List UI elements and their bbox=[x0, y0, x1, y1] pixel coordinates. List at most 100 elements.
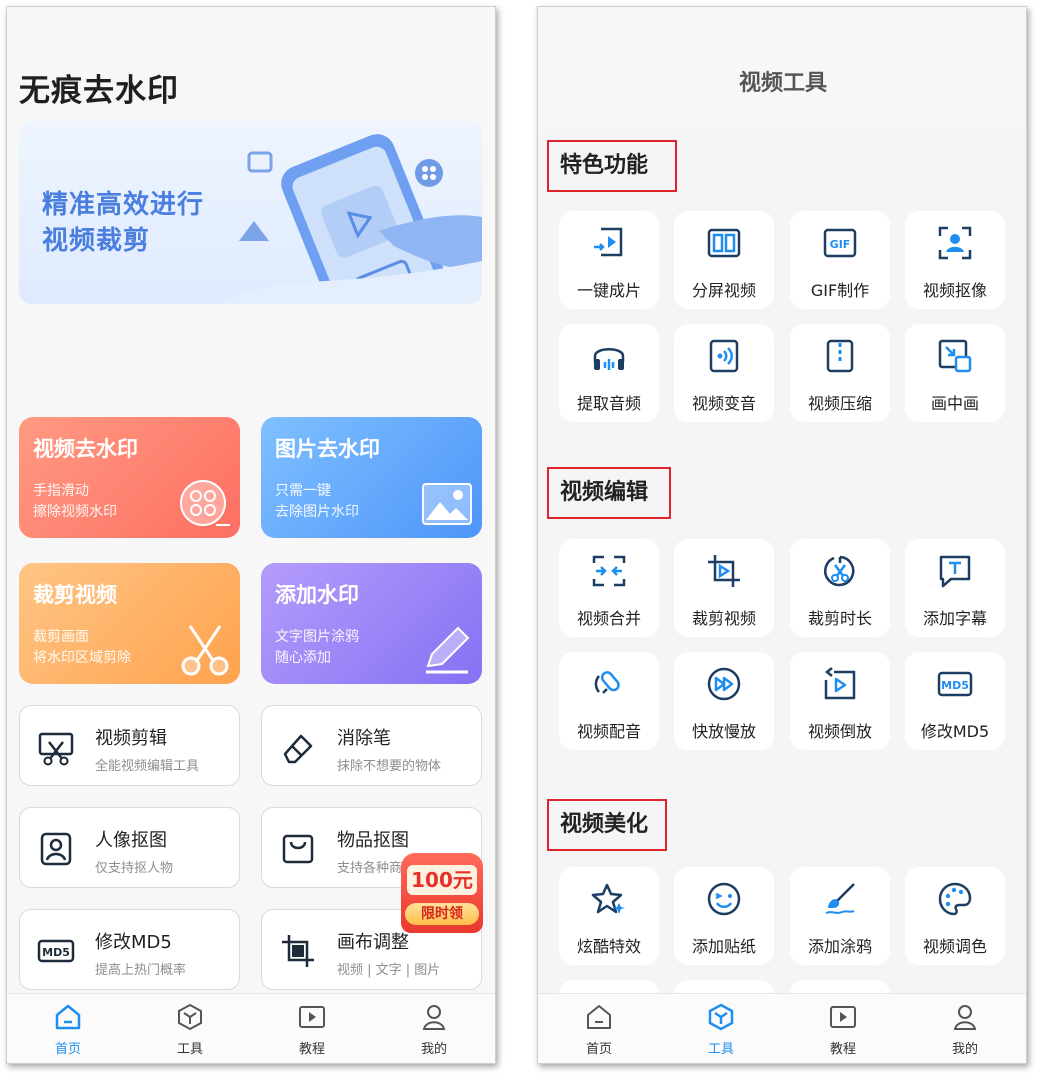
svg-text:MD5: MD5 bbox=[941, 679, 969, 692]
tool-title: 消除笔 bbox=[337, 728, 391, 749]
tab-tutorial[interactable]: 教程 bbox=[782, 994, 904, 1063]
coupon-claim-button[interactable]: 限时领 bbox=[405, 903, 479, 925]
timer-scissors-icon bbox=[824, 555, 855, 587]
tool-merge[interactable]: 视频合并 bbox=[559, 539, 659, 637]
tool-label: 视频配音 bbox=[576, 722, 641, 741]
tool-portrait-cutout[interactable]: 人像抠图 仅支持抠人物 bbox=[19, 807, 240, 888]
tool-reverse[interactable]: 视频倒放 bbox=[790, 652, 890, 750]
app-title: 无痕去水印 bbox=[19, 73, 179, 109]
tool-label: 画中画 bbox=[930, 394, 979, 413]
tool-doodle[interactable]: 添加涂鸦 bbox=[790, 867, 890, 965]
card-sub1: 只需一键 bbox=[275, 483, 331, 499]
tool-crop-video[interactable]: 裁剪视频 bbox=[674, 539, 774, 637]
scissors-icon bbox=[181, 625, 229, 676]
tool-label: 视频抠像 bbox=[922, 281, 987, 300]
home-icon bbox=[55, 1004, 81, 1030]
tool-speed[interactable]: 快放慢放 bbox=[674, 652, 774, 750]
tool-one-click[interactable]: 一键成片 bbox=[559, 211, 659, 309]
tab-label: 教程 bbox=[829, 1042, 856, 1057]
tool-label: 提取音频 bbox=[576, 394, 641, 413]
person-frame-icon bbox=[938, 226, 972, 260]
tool-label: GIF制作 bbox=[810, 281, 870, 300]
tab-home[interactable]: 首页 bbox=[7, 994, 129, 1063]
tool-title: 画布调整 bbox=[337, 932, 409, 953]
cube-icon bbox=[178, 1003, 202, 1031]
card-sub2: 将水印区域剪除 bbox=[33, 650, 131, 666]
card-sub2: 随心添加 bbox=[275, 650, 331, 666]
tool-video-matting[interactable]: 视频抠像 bbox=[905, 211, 1005, 309]
tool-color-grade[interactable]: 视频调色 bbox=[905, 867, 1005, 965]
tool-eraser[interactable]: 消除笔 抹除不想要的物体 bbox=[261, 705, 482, 786]
tool-extract-audio[interactable]: 提取音频 bbox=[559, 324, 659, 422]
tool-picture-in-picture[interactable]: 画中画 bbox=[905, 324, 1005, 422]
tool-label: 裁剪时长 bbox=[807, 609, 872, 628]
tool-label: 视频倒放 bbox=[807, 722, 872, 741]
card-subtitle: 裁剪画面 将水印区域剪除 bbox=[33, 627, 131, 669]
phone-illustration-icon bbox=[219, 134, 482, 304]
tab-label: 我的 bbox=[420, 1042, 447, 1057]
banner-line1: 精准高效进行 bbox=[42, 190, 205, 220]
tool-label: 视频变音 bbox=[691, 394, 756, 413]
tab-tools[interactable]: 工具 bbox=[129, 994, 251, 1063]
tool-title: 视频剪辑 bbox=[95, 728, 167, 749]
card-title: 视频去水印 bbox=[33, 437, 138, 461]
bag-icon bbox=[282, 834, 314, 864]
add-watermark-card[interactable]: 添加水印 文字图片涂鸦 随心添加 bbox=[261, 563, 482, 684]
card-subtitle: 手指滑动 擦除视频水印 bbox=[33, 481, 117, 523]
card-sub1: 裁剪画面 bbox=[33, 629, 89, 645]
tool-sticker[interactable]: 添加贴纸 bbox=[674, 867, 774, 965]
promo-banner[interactable]: 精准高效进行 视频裁剪 bbox=[19, 121, 482, 304]
coupon-promo[interactable]: 100元 限时领 bbox=[401, 853, 483, 933]
card-title: 添加水印 bbox=[275, 583, 359, 607]
tool-dubbing[interactable]: 视频配音 bbox=[559, 652, 659, 750]
tool-trim-duration[interactable]: 裁剪时长 bbox=[790, 539, 890, 637]
tab-label: 首页 bbox=[54, 1042, 81, 1057]
palette-icon bbox=[938, 882, 972, 916]
tab-tools[interactable]: 工具 bbox=[660, 994, 782, 1063]
film-reel-icon bbox=[180, 480, 230, 526]
card-subtitle: 只需一键 去除图片水印 bbox=[275, 481, 359, 523]
tool-label: 视频合并 bbox=[576, 609, 641, 628]
tool-label: 分屏视频 bbox=[691, 281, 756, 300]
microphone-icon bbox=[594, 671, 620, 694]
section-title-featured: 特色功能 bbox=[547, 140, 677, 192]
tab-tutorial[interactable]: 教程 bbox=[251, 994, 373, 1063]
subtitle-bubble-icon bbox=[939, 555, 971, 588]
cube-icon bbox=[708, 1003, 734, 1031]
card-sub1: 手指滑动 bbox=[33, 483, 89, 499]
pen-icon bbox=[426, 626, 470, 674]
smiley-icon bbox=[707, 882, 741, 916]
tool-title: 物品抠图 bbox=[337, 830, 409, 851]
tool-split-screen[interactable]: 分屏视频 bbox=[674, 211, 774, 309]
play-box-icon bbox=[830, 1006, 856, 1028]
crop-video-card[interactable]: 裁剪视频 裁剪画面 将水印区域剪除 bbox=[19, 563, 240, 684]
tool-compress[interactable]: 视频压缩 bbox=[790, 324, 890, 422]
tab-mine[interactable]: 我的 bbox=[904, 994, 1026, 1063]
reverse-play-icon bbox=[824, 667, 856, 700]
tool-subtitle: 支持各种商 bbox=[337, 861, 403, 876]
card-sub2: 去除图片水印 bbox=[275, 504, 359, 520]
tool-add-subtitle[interactable]: 添加字幕 bbox=[905, 539, 1005, 637]
tab-home[interactable]: 首页 bbox=[538, 994, 660, 1063]
picture-in-picture-icon bbox=[938, 339, 972, 373]
image-watermark-card[interactable]: 图片去水印 只需一键 去除图片水印 bbox=[261, 417, 482, 538]
tab-label: 工具 bbox=[176, 1042, 203, 1057]
tool-modify-md5[interactable]: MD5 修改MD5 提高上热门概率 bbox=[19, 909, 240, 990]
tool-label: 添加涂鸦 bbox=[807, 937, 872, 956]
tool-effects[interactable]: 炫酷特效 bbox=[559, 867, 659, 965]
gif-icon: GIF bbox=[823, 228, 857, 258]
tool-label: 视频压缩 bbox=[807, 394, 872, 413]
tool-label: 视频调色 bbox=[922, 937, 987, 956]
card-title: 裁剪视频 bbox=[33, 583, 117, 607]
tab-mine[interactable]: 我的 bbox=[373, 994, 495, 1063]
bottom-tab-bar: 首页 工具 教程 我的 bbox=[7, 993, 495, 1063]
tool-gif[interactable]: GIF GIF制作 bbox=[790, 211, 890, 309]
sound-wave-icon bbox=[709, 339, 739, 373]
tool-md5[interactable]: MD5 修改MD5 bbox=[905, 652, 1005, 750]
card-sub2: 擦除视频水印 bbox=[33, 504, 117, 520]
tool-voice-change[interactable]: 视频变音 bbox=[674, 324, 774, 422]
video-watermark-card[interactable]: 视频去水印 手指滑动 擦除视频水印 bbox=[19, 417, 240, 538]
fast-forward-icon bbox=[707, 667, 741, 701]
section-title-beautify: 视频美化 bbox=[547, 799, 667, 851]
tool-video-edit[interactable]: 视频剪辑 全能视频编辑工具 bbox=[19, 705, 240, 786]
